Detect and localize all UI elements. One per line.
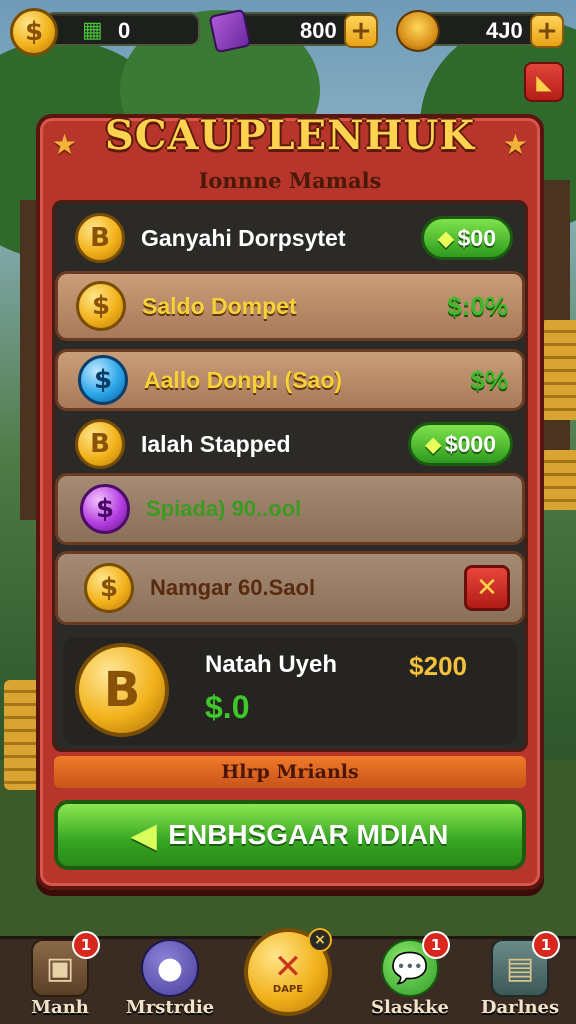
coin-icon: $: [10, 8, 58, 56]
panel-title: SCAUPLENHUK: [104, 112, 476, 159]
close-icon: ×: [308, 928, 332, 952]
bottom-nav: ▣ 1 Manh ● Mrstrdie ✕ DAPE × 💬 1 Slaskke…: [0, 928, 576, 1024]
menu-flag-button[interactable]: ◣: [524, 62, 564, 102]
claim-button-label: $00: [457, 224, 496, 251]
bitcoin-icon: B: [75, 643, 169, 737]
nav-label: Manh: [31, 997, 89, 1018]
row-label: Aallo Donplı (Sao): [144, 366, 343, 393]
row-label: Ialah Stapped: [141, 430, 291, 457]
wallet-panel: ★ ★ SCAUPLENHUK Ionnne Mamals B Ganyahi …: [36, 112, 544, 890]
center-action-label: DAPE: [272, 983, 304, 995]
coin-icon: $: [84, 563, 134, 613]
center-action-button[interactable]: ✕ DAPE ×: [244, 928, 332, 1016]
row-label: Saldo Dompet: [142, 292, 297, 319]
arrow-icon: ◆: [438, 227, 454, 250]
gem-book-icon: [208, 8, 252, 54]
x-icon: ✕: [273, 946, 303, 987]
claim-button-label: $000: [444, 430, 496, 457]
top-hud: ▦ 0 $ 800 + 4J0 +: [0, 6, 576, 56]
coin-icon: B: [75, 419, 125, 469]
add-gems-button[interactable]: +: [344, 14, 378, 48]
panel-content: B Ganyahi Dorpsytet ◆ $00 $ Saldo Dompet…: [52, 200, 528, 752]
row-amount: $%: [470, 364, 508, 395]
add-coins-button[interactable]: +: [530, 14, 564, 48]
remove-button[interactable]: ✕: [464, 565, 510, 611]
nav-label: Slaskke: [370, 997, 450, 1018]
close-icon: ✕: [476, 573, 498, 603]
notification-badge: 1: [72, 931, 100, 959]
row-label: Spiada) 90..ool: [146, 496, 302, 521]
cash-counter: ▦ 0: [44, 12, 200, 46]
cash-icon: ▦: [82, 18, 103, 43]
row-label: Ganyahi Dorpsytet: [141, 224, 346, 251]
list-item[interactable]: $ Aallo Donplı (Sao) $%: [55, 349, 525, 411]
gems-value: 800: [300, 18, 337, 43]
summary-amount: $200: [409, 651, 467, 681]
coin-icon: B: [75, 213, 125, 263]
list-item[interactable]: $ Namgar 60.Saol ✕: [55, 551, 525, 625]
coin-icon: $: [78, 355, 128, 405]
monster-icon: ●: [141, 939, 199, 997]
notification-badge: 1: [422, 931, 450, 959]
withdraw-button-label: ENBHSGAAR MDIAN: [168, 819, 449, 850]
balance-summary: B Natah Uyeh $200 $.0: [63, 637, 517, 745]
list-item: B Ganyahi Dorpsytet ◆ $00: [55, 207, 525, 269]
nav-item-manh[interactable]: ▣ 1 Manh: [10, 931, 110, 1024]
nav-item-slaskke[interactable]: 💬 1 Slaskke: [360, 931, 460, 1024]
flag-icon: ◣: [536, 70, 552, 94]
summary-balance: $.0: [205, 689, 250, 725]
panel-subtitle: Ionnne Mamals: [198, 168, 382, 193]
summary-label: Natah Uyeh: [205, 651, 338, 678]
coin-icon: $: [80, 484, 130, 534]
list-item[interactable]: $ Spiada) 90..ool: [55, 473, 525, 545]
arrow-left-icon: ◀: [131, 817, 157, 853]
claim-button[interactable]: ◆ $000: [408, 422, 513, 466]
nav-label: Mrstrdie: [125, 997, 215, 1018]
row-label: Namgar 60.Saol: [150, 575, 316, 600]
coin-icon: $: [76, 281, 126, 331]
withdraw-button[interactable]: ◀ ENBHSGAAR MDIAN: [54, 800, 526, 870]
cash-value: 0: [118, 18, 131, 43]
list-item[interactable]: $ Saldo Dompet $:0%: [55, 271, 525, 341]
list-item: B Ialah Stapped ◆ $000: [55, 413, 525, 475]
row-amount: $:0%: [447, 290, 508, 321]
info-banner: Hlrp Mrianls: [54, 756, 526, 788]
coins-value: 4J0: [486, 18, 523, 43]
notification-badge: 1: [532, 931, 560, 959]
nav-item-mrstrdie[interactable]: ● Mrstrdie: [120, 939, 220, 1024]
arrow-icon: ◆: [425, 433, 441, 456]
coin-bag-icon: [396, 10, 440, 52]
nav-label: Darlnes: [480, 997, 560, 1018]
nav-item-darlnes[interactable]: ▤ 1 Darlnes: [470, 931, 570, 1024]
claim-button[interactable]: ◆ $00: [421, 216, 513, 260]
